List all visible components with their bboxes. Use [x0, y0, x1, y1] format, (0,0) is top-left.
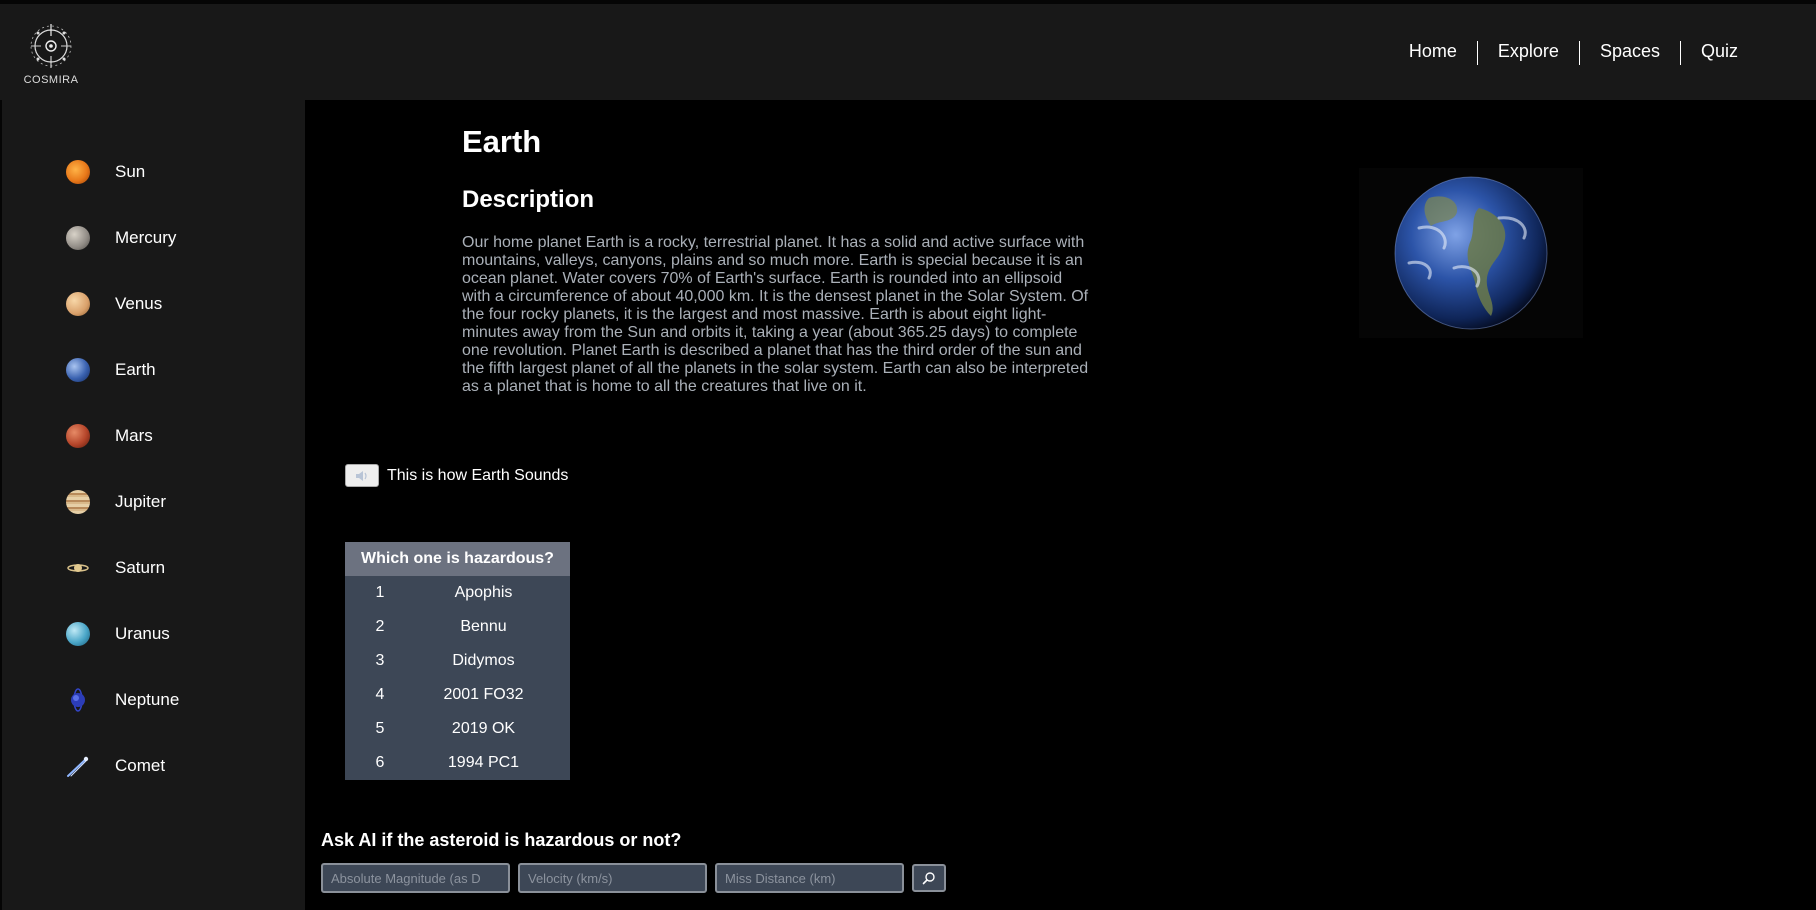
- ai-form: [321, 863, 946, 893]
- neptune-icon: [66, 688, 90, 712]
- asteroid-name: 2019 OK: [451, 720, 516, 737]
- sidebar-item-jupiter[interactable]: Jupiter: [66, 487, 166, 517]
- sun-icon: [66, 160, 90, 184]
- row-number: 2: [375, 618, 385, 635]
- earth-globe: [1394, 176, 1548, 330]
- saturn-shape: [67, 564, 89, 572]
- sidebar-item-label: Sun: [115, 162, 146, 181]
- play-sound-button[interactable]: [345, 464, 379, 487]
- sidebar-item-label: Jupiter: [115, 492, 167, 511]
- description-heading: Description: [462, 186, 595, 213]
- main-content: Earth Description Our home planet Earth …: [305, 100, 1816, 910]
- sidebar-item-label: Earth: [115, 360, 156, 379]
- table-row[interactable]: 5 2019 OK: [345, 712, 570, 746]
- row-number: 5: [375, 720, 385, 737]
- sidebar-item-earth[interactable]: Earth: [66, 355, 156, 385]
- row-number: 6: [375, 754, 385, 771]
- logo-icon: [30, 24, 72, 68]
- asteroid-name: Apophis: [454, 584, 513, 601]
- brand-name: COSMIRA: [23, 74, 79, 86]
- jupiter-icon: [66, 490, 90, 514]
- saturn-icon: [66, 556, 90, 580]
- speaker-icon: [356, 470, 367, 481]
- velocity-input[interactable]: [518, 863, 707, 893]
- earth-image: [1359, 168, 1583, 338]
- top-header: COSMIRA Home Explore Spaces Quiz: [0, 0, 1816, 100]
- magnitude-input[interactable]: [321, 863, 510, 893]
- table-row[interactable]: 6 1994 PC1: [345, 746, 570, 780]
- sidebar-item-mars[interactable]: Mars: [66, 421, 153, 451]
- neptune-shape: [71, 688, 85, 712]
- sidebar-item-label: Saturn: [115, 558, 166, 577]
- asteroid-name: 1994 PC1: [447, 754, 520, 771]
- description-text: Our home planet Earth is a rocky, terres…: [462, 234, 1089, 395]
- sidebar-item-label: Uranus: [115, 624, 170, 643]
- nav-home[interactable]: Home: [1389, 40, 1477, 66]
- comet-icon: [66, 754, 90, 778]
- nav-spaces[interactable]: Spaces: [1580, 40, 1680, 66]
- sidebar-item-label: Venus: [115, 294, 163, 313]
- audio-player: This is how Earth Sounds: [345, 464, 568, 487]
- nav-explore[interactable]: Explore: [1478, 40, 1579, 66]
- audio-label: This is how Earth Sounds: [387, 466, 569, 484]
- table-header: Which one is hazardous?: [345, 542, 570, 576]
- earth-icon: [66, 358, 90, 382]
- mercury-icon: [66, 226, 90, 250]
- row-number: 1: [375, 584, 385, 601]
- sidebar-item-uranus[interactable]: Uranus: [66, 619, 170, 649]
- sidebar-item-label: Neptune: [115, 690, 180, 709]
- row-number: 4: [375, 686, 385, 703]
- cosmira-logo[interactable]: COSMIRA: [22, 22, 80, 90]
- sidebar-item-label: Mercury: [115, 228, 177, 247]
- ai-form-heading: Ask AI if the asteroid is hazardous or n…: [321, 830, 682, 850]
- sidebar-item-mercury[interactable]: Mercury: [66, 223, 176, 253]
- comet-shape: [67, 756, 89, 777]
- sidebar-item-comet[interactable]: Comet: [66, 751, 165, 781]
- sidebar-item-saturn[interactable]: Saturn: [66, 553, 165, 583]
- sidebar-item-label: Comet: [115, 756, 166, 775]
- row-number: 3: [375, 652, 385, 669]
- table-row[interactable]: 4 2001 FO32: [345, 678, 570, 712]
- page-title: Earth: [462, 124, 542, 159]
- sidebar-item-venus[interactable]: Venus: [66, 289, 162, 319]
- asteroid-name: Bennu: [460, 618, 507, 635]
- sidebar-item-neptune[interactable]: Neptune: [66, 685, 179, 715]
- mars-icon: [66, 424, 90, 448]
- table-row[interactable]: 3 Didymos: [345, 644, 570, 678]
- search-icon: [922, 872, 935, 885]
- planet-sidebar: Sun Mercury Venus Earth Mars Jupiter Sat…: [0, 100, 305, 910]
- submit-search-button[interactable]: [912, 864, 946, 892]
- nav-quiz[interactable]: Quiz: [1681, 40, 1758, 66]
- table-row[interactable]: 1 Apophis: [345, 576, 570, 610]
- uranus-icon: [66, 622, 90, 646]
- main-nav: Home Explore Spaces Quiz: [1389, 40, 1758, 66]
- hazard-table: Which one is hazardous? 1 Apophis 2 Benn…: [345, 542, 570, 780]
- table-row[interactable]: 2 Bennu: [345, 610, 570, 644]
- sidebar-item-sun[interactable]: Sun: [66, 157, 145, 187]
- venus-icon: [66, 292, 90, 316]
- sidebar-item-label: Mars: [115, 426, 153, 445]
- miss-distance-input[interactable]: [715, 863, 904, 893]
- asteroid-name: Didymos: [452, 652, 515, 669]
- asteroid-name: 2001 FO32: [443, 686, 524, 703]
